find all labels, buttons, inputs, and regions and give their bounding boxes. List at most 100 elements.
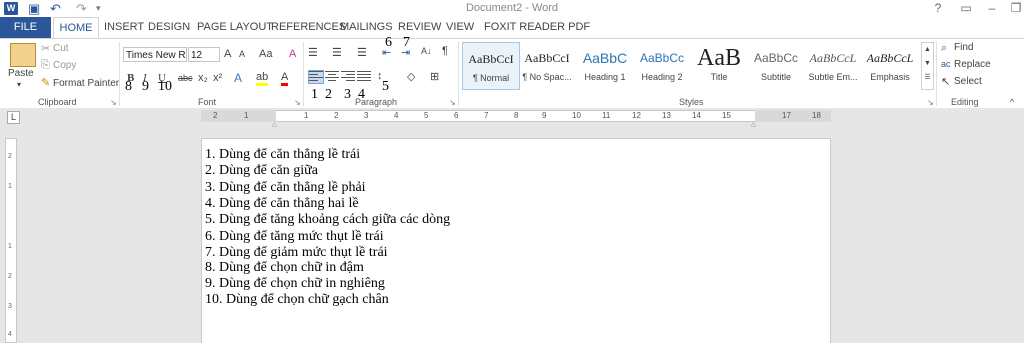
document-line[interactable]: 7. Dùng để giảm mức thụt lề trái — [205, 245, 388, 261]
document-line[interactable]: 9. Dùng để chọn chữ in nghiêng — [205, 276, 385, 292]
clear-formatting-icon[interactable]: A — [289, 48, 296, 60]
tab-review[interactable]: REVIEW — [398, 21, 441, 33]
shrink-font-icon[interactable]: A — [239, 49, 245, 59]
align-left-button[interactable] — [308, 70, 324, 84]
document-line[interactable]: 8. Dùng để chọn chữ in đậm — [205, 260, 364, 276]
strikethrough-button[interactable]: abc — [178, 73, 193, 83]
cut-button[interactable]: Cut — [53, 43, 69, 54]
restore-icon[interactable]: ❐ — [1004, 0, 1024, 16]
vertical-ruler[interactable]: 2 1 1 2 3 4 — [5, 138, 17, 343]
annotation-10: 10 — [158, 79, 172, 94]
document-line[interactable]: 3. Dùng để căn thẳng lề phải — [205, 180, 366, 196]
paste-icon[interactable] — [10, 43, 36, 67]
indent-marker-icon[interactable]: ⌂ — [272, 120, 277, 129]
vertical-scrollbar[interactable] — [1008, 108, 1024, 343]
style-subtitle[interactable]: AaBbCc Subtitle — [748, 42, 804, 88]
change-case-icon[interactable]: Aa — [259, 48, 272, 60]
tab-selector-icon[interactable]: L — [7, 111, 20, 124]
show-hide-marks-button[interactable]: ¶ — [442, 45, 448, 57]
right-indent-marker-icon[interactable]: ⌂ — [751, 120, 756, 129]
group-divider — [303, 42, 304, 106]
copy-button[interactable]: Copy — [53, 60, 76, 71]
ruler-tick-label: 17 — [782, 111, 791, 120]
paste-dropdown-icon[interactable]: ▾ — [17, 80, 21, 89]
tab-view[interactable]: VIEW — [446, 21, 474, 33]
tab-references[interactable]: REFERENCES — [271, 21, 346, 33]
font-size-combo[interactable]: 12 — [188, 47, 220, 62]
ruler-tick-label: 2 — [334, 111, 339, 120]
style-heading-1[interactable]: AaBbC Heading 1 — [577, 42, 633, 88]
style-normal[interactable]: AaBbCcI ¶ Normal — [462, 42, 520, 90]
font-name-combo[interactable]: Times New R — [123, 47, 187, 62]
tab-file[interactable]: FILE — [0, 17, 51, 38]
numbering-icon[interactable]: ☰ — [332, 46, 342, 59]
paste-button[interactable]: Paste — [8, 68, 34, 79]
window-title: Document2 - Word — [465, 2, 559, 14]
replace-icon[interactable]: ac — [941, 59, 951, 69]
document-line[interactable]: 10. Dùng để chọn chữ gạch chân — [205, 292, 389, 308]
grow-font-icon[interactable]: A — [224, 48, 231, 60]
annotation-9: 9 — [142, 79, 149, 94]
format-painter-icon[interactable]: ✎ — [41, 76, 50, 89]
ruler-tick-label: 13 — [662, 111, 671, 120]
document-line[interactable]: 2. Dùng để căn giữa — [205, 163, 318, 179]
superscript-button[interactable]: x² — [213, 72, 222, 84]
minimize-icon[interactable]: – — [980, 0, 1004, 16]
styles-launcher-icon[interactable]: ↘ — [927, 98, 934, 107]
ribbon-display-icon[interactable]: ▭ — [954, 0, 978, 16]
ruler-tick-label: 15 — [722, 111, 731, 120]
document-line[interactable]: 5. Dùng để tăng khoảng cách giữa các dòn… — [205, 212, 450, 228]
font-color-button[interactable]: A — [281, 71, 289, 86]
style-heading-2[interactable]: AaBbCc Heading 2 — [634, 42, 690, 88]
vruler-label: 1 — [8, 183, 12, 190]
multilevel-list-icon[interactable]: ☰ — [357, 46, 367, 59]
find-button[interactable]: Find — [954, 42, 973, 53]
paragraph-launcher-icon[interactable]: ↘ — [449, 98, 456, 107]
font-launcher-icon[interactable]: ↘ — [294, 98, 301, 107]
styles-scroll-icon[interactable]: ▲ ▼ ☰ — [921, 42, 934, 90]
find-icon[interactable]: ⌕ — [941, 42, 947, 55]
tab-home[interactable]: HOME — [53, 17, 99, 39]
group-divider — [936, 42, 937, 106]
copy-icon[interactable]: ⎘ — [41, 59, 50, 72]
ribbon-tabs: FILE HOME INSERT DESIGN PAGE LAYOUT REFE… — [0, 17, 1024, 39]
annotation-1: 1 — [311, 87, 318, 102]
tab-design[interactable]: DESIGN — [148, 21, 190, 33]
sort-button[interactable]: A↓ — [421, 46, 432, 56]
document-page[interactable]: 1. Dùng để căn thẳng lề trái 2. Dùng để … — [201, 138, 831, 343]
cut-icon[interactable]: ✂ — [41, 42, 50, 55]
style-no-spacing[interactable]: AaBbCcI ¶ No Spac... — [519, 42, 575, 88]
ruler-tick-label: 1 — [304, 111, 309, 120]
group-divider — [458, 42, 459, 106]
shading-button[interactable]: ◇ — [407, 70, 415, 83]
horizontal-ruler[interactable]: L 2 1 1 2 3 4 5 6 7 8 9 10 11 12 13 14 1… — [0, 108, 1024, 129]
clipboard-launcher-icon[interactable]: ↘ — [110, 98, 117, 107]
justify-button[interactable] — [357, 71, 371, 83]
select-icon[interactable]: ↖ — [941, 75, 950, 88]
ribbon: Paste ▾ ✂ Cut ⎘ Copy ✎ Format Painter Cl… — [0, 35, 1024, 110]
help-icon[interactable]: ? — [926, 0, 950, 16]
style-emphasis[interactable]: AaBbCcL Emphasis — [862, 42, 918, 88]
align-center-button[interactable] — [325, 71, 339, 83]
tab-page-layout[interactable]: PAGE LAYOUT — [197, 21, 273, 33]
document-line[interactable]: 1. Dùng để căn thẳng lề trái — [205, 147, 360, 163]
select-button[interactable]: Select — [954, 76, 982, 87]
tab-insert[interactable]: INSERT — [104, 21, 144, 33]
document-line[interactable]: 4. Dùng để căn thẳng hai lề — [205, 196, 359, 212]
collapse-ribbon-icon[interactable]: ^ — [1010, 97, 1014, 107]
tab-foxit-reader-pdf[interactable]: FOXIT READER PDF — [484, 21, 590, 33]
annotation-3: 3 — [344, 87, 351, 102]
align-right-button[interactable] — [341, 71, 355, 83]
borders-button[interactable]: ⊞ — [430, 70, 439, 83]
text-effects-button[interactable]: A — [234, 71, 242, 85]
document-line[interactable]: 6. Dùng để tăng mức thụt lề trái — [205, 229, 384, 245]
bullets-icon[interactable]: ☰ — [308, 46, 318, 59]
style-title[interactable]: AaB Title — [691, 42, 747, 88]
style-subtle-emphasis[interactable]: AaBbCcL Subtle Em... — [805, 42, 861, 88]
tab-mailings[interactable]: MAILINGS — [340, 21, 393, 33]
replace-button[interactable]: Replace — [954, 59, 991, 70]
highlight-color-button[interactable]: ab — [256, 71, 269, 86]
subscript-button[interactable]: x₂ — [198, 72, 208, 84]
format-painter-button[interactable]: Format Painter — [53, 78, 119, 89]
annotation-4: 4 — [358, 87, 365, 102]
